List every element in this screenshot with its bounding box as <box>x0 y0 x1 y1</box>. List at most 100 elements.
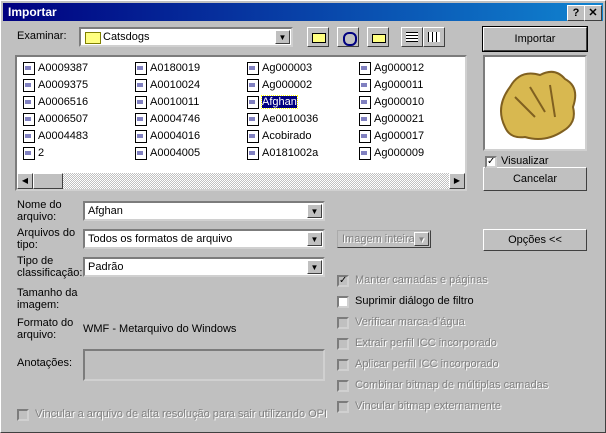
file-list[interactable]: ◀ ▶ 2 A0004005 A0181002a Ag000009 A0004483 A0… <box>15 55 467 191</box>
help-button[interactable]: ? <box>567 5 585 21</box>
file-icon <box>23 78 35 92</box>
file-item[interactable]: A0004016 <box>135 129 200 143</box>
folder-icon <box>85 32 101 44</box>
option-label: Manter camadas e páginas <box>355 274 488 286</box>
file-item[interactable]: A0010024 <box>135 78 200 92</box>
options-button[interactable]: Opções << <box>483 229 587 251</box>
up-folder-icon[interactable] <box>307 27 329 47</box>
file-name: A0004016 <box>150 130 201 142</box>
title-bar: Importar ? ✕ <box>3 3 603 21</box>
file-item[interactable]: Ag000012 <box>359 61 424 75</box>
preview-label: Visualizar <box>501 155 549 167</box>
file-icon <box>247 95 259 109</box>
file-name: A0010011 <box>150 96 200 108</box>
details-view-icon[interactable] <box>423 27 445 47</box>
file-name: Ag000009 <box>374 147 425 159</box>
file-icon <box>359 95 371 109</box>
file-type-combo[interactable]: Todos os formatos de arquivo ▼ <box>83 229 325 249</box>
file-item[interactable]: A0004005 <box>135 146 200 160</box>
option-label: Verificar marca-d'água <box>355 316 465 328</box>
file-icon <box>247 78 259 92</box>
file-name: A0180019 <box>150 62 201 74</box>
preview-image <box>483 55 587 151</box>
horizontal-scrollbar[interactable]: ◀ ▶ <box>17 173 465 189</box>
option-checkbox: ✓ <box>337 275 349 287</box>
file-name: A0004746 <box>150 113 201 125</box>
scroll-right-icon[interactable]: ▶ <box>449 173 465 189</box>
file-item[interactable]: Afghan <box>247 95 298 109</box>
file-icon <box>135 146 147 160</box>
file-type-value: Todos os formatos de arquivo <box>88 233 233 245</box>
file-item[interactable]: A0006507 <box>23 112 88 126</box>
file-icon <box>359 61 371 75</box>
chevron-down-icon: ▼ <box>414 232 429 246</box>
new-folder-icon[interactable] <box>367 27 389 47</box>
chevron-down-icon[interactable]: ▼ <box>307 260 322 274</box>
file-item[interactable]: Ag000017 <box>359 129 424 143</box>
file-item[interactable]: A0010011 <box>135 95 199 109</box>
file-item[interactable]: Ae0010036 <box>247 112 318 126</box>
sort-type-value: Padrão <box>88 261 124 273</box>
scroll-left-icon[interactable]: ◀ <box>17 173 33 189</box>
import-dialog: Importar ? ✕ Examinar: Catsdogs ▼ Import… <box>0 0 606 433</box>
notes-box <box>83 349 325 381</box>
file-name: Ag000003 <box>262 62 313 74</box>
chevron-down-icon[interactable]: ▼ <box>275 30 290 44</box>
file-name: A0010024 <box>150 79 201 91</box>
scroll-thumb[interactable] <box>33 173 63 189</box>
file-name: A0004005 <box>150 147 201 159</box>
file-item[interactable]: Ag000003 <box>247 61 312 75</box>
file-item[interactable]: Ag000009 <box>359 146 424 160</box>
file-item[interactable]: A0009375 <box>23 78 88 92</box>
option-checkbox[interactable] <box>337 296 349 308</box>
option-label: Vincular bitmap externamente <box>355 400 501 412</box>
option-checkbox <box>337 401 349 413</box>
file-format-label: Formato do arquivo: <box>17 317 74 341</box>
file-item[interactable]: A0180019 <box>135 61 200 75</box>
file-item[interactable]: Ag000021 <box>359 112 424 126</box>
file-name-input[interactable]: Afghan ▼ <box>83 201 325 221</box>
cancel-button[interactable]: Cancelar <box>483 167 587 191</box>
list-view-icon[interactable] <box>401 27 423 47</box>
option-label: Combinar bitmap de múltiplas camadas <box>355 379 549 391</box>
file-name: A0004483 <box>38 130 89 142</box>
file-name: Ag000021 <box>374 113 425 125</box>
notes-label: Anotações: <box>17 357 73 369</box>
file-name: A0181002a <box>262 147 319 159</box>
file-item[interactable]: A0009387 <box>23 61 88 75</box>
file-name: Ag000002 <box>262 79 313 91</box>
file-icon <box>135 78 147 92</box>
chevron-down-icon[interactable]: ▼ <box>307 204 322 218</box>
file-icon <box>135 112 147 126</box>
file-item[interactable]: A0006516 <box>23 95 88 109</box>
option-checkbox <box>337 359 349 371</box>
preview-checkbox[interactable]: ✓ <box>485 156 497 168</box>
file-icon <box>359 78 371 92</box>
file-item[interactable]: Ag000010 <box>359 95 424 109</box>
file-item[interactable]: Ag000011 <box>359 78 423 92</box>
file-icon <box>247 112 259 126</box>
file-name: Ag000012 <box>374 62 425 74</box>
file-item[interactable]: A0004483 <box>23 129 88 143</box>
file-item[interactable]: A0004746 <box>135 112 200 126</box>
file-item[interactable]: A0181002a <box>247 146 318 160</box>
image-size-label: Tamanho da imagem: <box>17 287 78 311</box>
look-in-combo[interactable]: Catsdogs ▼ <box>79 27 293 47</box>
close-button[interactable]: ✕ <box>584 5 602 21</box>
file-item[interactable]: Acobirado <box>247 129 312 143</box>
window-title: Importar <box>8 5 57 19</box>
option-label: Suprimir diálogo de filtro <box>355 295 474 307</box>
option-label: Extrair perfil ICC incorporado <box>355 337 497 349</box>
option-checkbox <box>337 317 349 329</box>
file-item[interactable]: 2 <box>23 146 44 160</box>
opi-checkbox <box>17 409 29 421</box>
file-item[interactable]: Ag000002 <box>247 78 312 92</box>
file-name: Ag000010 <box>374 96 425 108</box>
file-name: A0009375 <box>38 79 89 91</box>
chevron-down-icon[interactable]: ▼ <box>307 232 322 246</box>
sort-type-combo[interactable]: Padrão ▼ <box>83 257 325 277</box>
file-name: Ae0010036 <box>262 113 319 125</box>
network-icon[interactable] <box>337 27 359 47</box>
file-icon <box>359 129 371 143</box>
import-button[interactable]: Importar <box>482 26 588 52</box>
